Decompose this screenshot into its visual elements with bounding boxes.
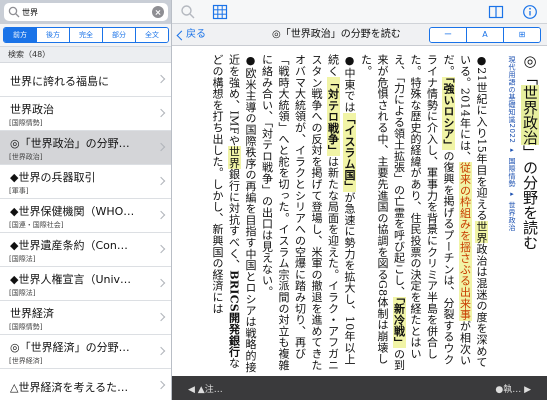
paragraph-1: ●21世紀に入り15年目を迎える世界政治は混迷の度を深めている。2014年には、… [357,54,489,374]
reader-tools: ー A ⊞ [429,27,541,43]
list-item-title: ◆世界人権宣言（Univ… [10,273,132,286]
reader-pane: 戻る ◎「世界政治」の分野を読む ー A ⊞ ◎「世界政治」の分野を読む 現代用… [172,0,547,400]
chevron-right-icon [156,142,166,152]
prev-note-button[interactable]: ◀ ▲注… [188,382,223,395]
list-item-category: [国際情勢] [9,323,43,331]
list-item[interactable]: 世界政治 [国際情勢] [0,97,171,131]
bold-term[interactable]: 「強いロシア」 [442,76,455,151]
text-run: ●中東では [343,54,356,113]
list-item[interactable]: △世界経済を考えるた… [0,369,171,400]
chevron-right-icon [156,108,166,118]
list-item-title: ◆世界の兵器取引 [10,171,96,184]
list-item[interactable]: ◆世界の兵器取引 [軍事] [0,165,171,199]
list-item-category: [世界政治] [9,153,43,161]
paragraph-2: ●中東では「イスラム国」が急速に勢力を拡大し、10年以上続く「対テロ戦争」は新た… [258,54,357,374]
list-item[interactable]: ◆世界保健機関（WHO… [国連・国際社会] [0,199,171,233]
list-item-category: [国際法] [9,289,36,297]
highlighted-text: 従来の枠組みを揺さぶる出来事 [458,162,472,321]
search-hit: 世界 [475,220,488,244]
list-item-title: ◎「世界経済」の分野… [10,341,130,354]
list-item-title: 世界政治 [10,103,54,116]
clear-icon[interactable] [152,6,164,18]
text-run: ●21世紀に入り15年目を迎える [475,54,488,221]
back-button[interactable]: 戻る [176,27,206,43]
results-count: 検索（48） [0,46,171,63]
search-box[interactable] [4,3,168,21]
article-content: ◎「世界政治」の分野を読む 現代用語の基礎知識2022 ▸ 国際情勢 ▸ 世界政… [172,46,547,376]
bold-term[interactable]: 「イスラム国」 [343,112,356,192]
list-item[interactable]: ◆世界遺産条約（Con… [国際法] [0,233,171,267]
chevron-right-icon [156,278,166,288]
chevron-right-icon [156,380,166,390]
bold-term[interactable]: 「新冷戦」 [392,297,406,349]
chevron-right-icon [156,312,166,322]
search-mode-suffix[interactable]: 後方 [37,28,70,42]
text-run: 銀行に対抗すべく、 [227,168,241,271]
list-item[interactable]: ◎「世界経済」の分野… [世界経済] [0,335,171,369]
chevron-right-icon [156,210,166,220]
search-icon[interactable] [180,4,196,20]
paragraph-3: ●欧米主導の国際秩序の再編を目指す中国とロシアは戦略的接近を強め、IMFや世界銀… [209,54,259,374]
list-item-title: 世界に誇れる福島に [10,75,109,88]
chevron-right-icon [156,176,166,186]
article-body: ●21世紀に入り15年目を迎える世界政治は混迷の度を深めている。2014年には、… [199,54,489,374]
top-toolbar [172,0,547,24]
search-input[interactable] [22,4,150,20]
search-mode-exact[interactable]: 完全 [70,28,103,42]
list-item-selected[interactable]: ◎「世界政治」の分野… [世界政治] [0,131,171,165]
layout-toggle-icon[interactable]: ⊞ [504,28,540,42]
results-list: 世界に誇れる福島に 世界政治 [国際情勢] ◎「世界政治」の分野… [世界政治]… [0,63,171,400]
font-smaller-button[interactable]: ー [430,28,467,42]
list-item[interactable]: 世界に誇れる福島に [0,63,171,97]
list-item[interactable]: 世界経済 [国際情勢] [0,301,171,335]
next-author-button[interactable]: ●執… ▶ [495,382,531,395]
search-hit: 世界 [227,145,241,169]
list-item-title: ◎「世界政治」の分野… [10,137,130,150]
search-mode-bar: 前方 後方 完全 部分 全文 [0,24,171,46]
breadcrumb[interactable]: 現代用語の基礎知識2022 ▸ 国際情勢 ▸ 世界政治 [507,56,517,236]
list-item-title: ◆世界遺産条約（Con… [10,239,128,252]
chevron-right-icon [156,74,166,84]
search-icon [8,6,20,18]
list-item[interactable]: ◆世界人権宣言（Univ… [国際法] [0,267,171,301]
list-item-category: [軍事] [9,187,29,195]
chevron-right-icon [156,346,166,356]
bold-term[interactable]: 「対テロ戦争」 [326,76,340,156]
search-mode-segmented-control: 前方 後方 完全 部分 全文 [3,27,169,43]
grid-icon[interactable] [212,4,228,20]
chevron-right-icon [156,244,166,254]
list-item-title: △世界経済を考えるた… [10,381,129,394]
search-sidebar: 前方 後方 完全 部分 全文 検索（48） 世界に誇れる福島に 世界政治 [国際… [0,0,172,400]
list-item-category: [国際情勢] [9,119,43,127]
book-icon[interactable] [488,4,504,20]
list-item-category: [世界経済] [9,357,43,365]
font-size-icon[interactable]: A [467,28,504,42]
bottom-navigation: ◀ ▲注… ●執… ▶ [172,376,547,400]
app-window: 前方 後方 完全 部分 全文 検索（48） 世界に誇れる福島に 世界政治 [国際… [0,0,547,400]
search-mode-prefix[interactable]: 前方 [4,28,37,42]
list-item-category: [国際法] [9,255,36,263]
search-bar [0,0,171,24]
search-mode-partial[interactable]: 部分 [103,28,136,42]
bold-term[interactable]: BRICS開発銀行 [228,270,241,357]
page-title: ◎「世界政治」の分野を読む [272,29,401,40]
list-item-title: 世界経済 [10,307,54,320]
list-item-title: ◆世界保健機関（WHO… [10,205,135,218]
nav-bar: 戻る ◎「世界政治」の分野を読む ー A ⊞ [172,24,547,46]
search-mode-fulltext[interactable]: 全文 [136,28,168,42]
heading-suffix: 」の分野を読む [521,145,539,250]
heading-keyword: 世界政治 [521,85,539,145]
list-item-category: [国連・国際社会] [9,221,64,229]
info-icon[interactable] [522,4,538,20]
heading-prefix: ◎「 [521,52,539,85]
